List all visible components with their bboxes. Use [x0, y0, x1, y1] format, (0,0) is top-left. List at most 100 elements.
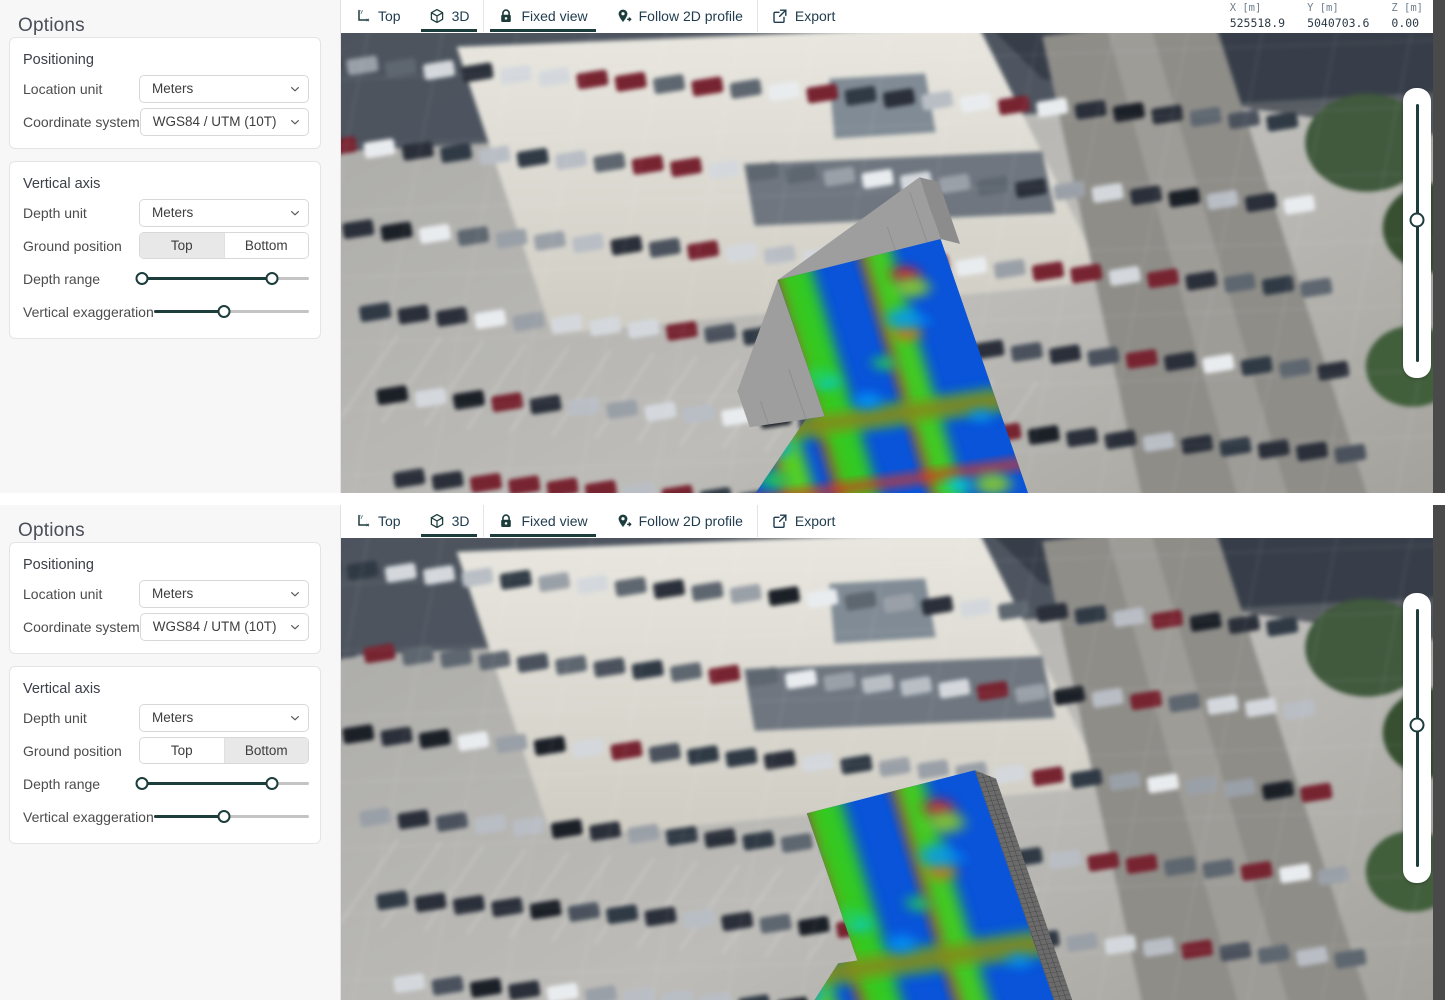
chevron-down-icon: [290, 589, 300, 599]
card-pad: [10, 328, 320, 338]
row-vertical-exaggeration: Vertical exaggeration: [10, 800, 320, 833]
dropdown-coordinate-system[interactable]: WGS84 / UTM (10T): [139, 107, 309, 136]
vertical-slider-knob[interactable]: [1409, 212, 1425, 228]
vertical-slider-knob[interactable]: [1409, 717, 1425, 733]
svg-text:y: y: [360, 9, 363, 15]
coordinate-value: 0.00: [1391, 15, 1420, 30]
toolbar-group: Export: [758, 0, 849, 32]
slider-knob-min[interactable]: [135, 777, 149, 790]
viewer-toolbar: y x Top 3D Fixed view Follow 2D profile Export…: [341, 0, 1445, 33]
label-ground-position: Ground position: [23, 742, 122, 759]
toolbar-button-top[interactable]: y x Top: [341, 0, 415, 32]
coordinate-readout: X [m] 525518.9 Y [m] 5040703.6 Z [m] 0.00: [1230, 0, 1445, 32]
toolbar-button-label: 3D: [451, 513, 470, 529]
toolbar-button-label: Fixed view: [521, 513, 588, 529]
slider-knob[interactable]: [217, 305, 231, 318]
external-link-icon: [772, 513, 788, 529]
chevron-down-icon: [290, 713, 300, 723]
label-vertical-exaggeration: Vertical exaggeration: [23, 808, 154, 825]
dropdown-value: Meters: [152, 205, 194, 220]
segment-bottom[interactable]: Bottom: [223, 738, 308, 763]
zoom-vertical-slider[interactable]: [1403, 88, 1431, 378]
label-depth-unit: Depth unit: [23, 204, 87, 221]
dropdown-location-unit[interactable]: Meters: [139, 74, 309, 103]
toolbar-button-follow-2d-profile[interactable]: Follow 2D profile: [602, 505, 757, 537]
external-link-icon: [772, 8, 788, 24]
dropdown-location-unit[interactable]: Meters: [139, 579, 309, 608]
coordinate-key: X [m]: [1229, 2, 1262, 14]
segment-bottom[interactable]: Bottom: [223, 233, 308, 258]
toolbar-group: Export: [758, 505, 849, 537]
scrollbar-edge[interactable]: [1433, 0, 1445, 493]
scene-canvas[interactable]: [341, 33, 1445, 493]
toolbar-button-fixed-view[interactable]: Fixed view: [484, 505, 601, 537]
range-slider-depth-range[interactable]: [135, 770, 309, 798]
options-card-vertical-axis: Vertical axis Depth unit Meters Ground posi…: [9, 666, 321, 844]
app-root: Options Positioning Location unit Meters Coo…: [0, 0, 1445, 1000]
dropdown-depth-unit[interactable]: Meters: [139, 703, 309, 732]
segment-top[interactable]: Top: [140, 738, 224, 763]
toolbar-button-fixed-view[interactable]: Fixed view: [484, 0, 601, 32]
slider-knob-max[interactable]: [265, 272, 279, 285]
slider-knob[interactable]: [217, 810, 231, 823]
options-sidebar: Options Positioning Location unit Meters Coo…: [0, 505, 341, 1000]
dropdown-depth-unit[interactable]: Meters: [139, 198, 309, 227]
toolbar-button-label: Export: [794, 8, 836, 24]
toolbar-button-label: Follow 2D profile: [638, 8, 743, 24]
toolbar-button-export[interactable]: Export: [758, 0, 849, 32]
scene-canvas[interactable]: [341, 538, 1445, 1000]
dropdown-value: WGS84 / UTM (10T): [152, 114, 277, 129]
chevron-down-icon: [290, 84, 300, 94]
slider-fill: [153, 815, 224, 818]
vertical-slider-track: [1409, 104, 1425, 362]
toolbar-group: y x Top 3D: [341, 0, 485, 32]
card-title: Vertical axis: [23, 681, 101, 697]
toolbar-button-3d[interactable]: 3D: [415, 0, 484, 32]
toolbar-group: y x Top 3D: [341, 505, 485, 537]
slider-vertical-exaggeration[interactable]: [153, 298, 309, 326]
scrollbar-edge[interactable]: [1433, 505, 1445, 1000]
row-vertical-exaggeration: Vertical exaggeration: [10, 295, 320, 328]
card-title: Positioning: [23, 52, 94, 68]
label-coordinate-system: Coordinate system: [23, 113, 140, 130]
options-card-positioning: Positioning Location unit Meters Coordinate…: [9, 37, 321, 149]
slider-knob-min[interactable]: [135, 272, 149, 285]
slider-fill: [142, 277, 272, 280]
chevron-down-icon: [290, 208, 300, 218]
lock-icon: [498, 513, 514, 529]
toolbar-button-3d[interactable]: 3D: [415, 505, 484, 537]
coordinate-x: X [m] 525518.9: [1230, 2, 1285, 31]
viewer-3d: y x Top 3D Fixed view Follow 2D profile Export…: [341, 0, 1445, 493]
toolbar-button-label: Follow 2D profile: [638, 513, 743, 529]
row-coordinate-system: Coordinate system WGS84 / UTM (10T): [10, 105, 320, 138]
segment-top[interactable]: Top: [140, 233, 224, 258]
card-pad: [10, 643, 320, 653]
toolbar-button-top[interactable]: y x Top: [341, 505, 415, 537]
coordinate-z: Z [m] 0.00: [1391, 2, 1423, 31]
viewer-panel: Options Positioning Location unit Meters Coo…: [0, 0, 1445, 493]
chevron-down-icon: [290, 622, 300, 632]
cube-icon: [429, 8, 445, 24]
range-slider-depth-range[interactable]: [135, 265, 309, 293]
label-location-unit: Location unit: [23, 585, 103, 602]
dropdown-value: Meters: [152, 81, 194, 96]
toolbar-button-follow-2d-profile[interactable]: Follow 2D profile: [602, 0, 757, 32]
zoom-vertical-slider[interactable]: [1403, 593, 1431, 883]
toolbar-button-export[interactable]: Export: [758, 505, 849, 537]
card-title: Vertical axis: [23, 176, 101, 192]
dropdown-coordinate-system[interactable]: WGS84 / UTM (10T): [139, 612, 309, 641]
coordinate-key: Y [m]: [1307, 2, 1339, 14]
slider-knob-max[interactable]: [265, 777, 279, 790]
row-ground-position: Ground position Top Bottom: [10, 229, 320, 262]
lock-icon: [498, 8, 514, 24]
card-pad: [10, 833, 320, 843]
row-ground-position: Ground position Top Bottom: [10, 734, 320, 767]
dropdown-value: WGS84 / UTM (10T): [152, 619, 277, 634]
toolbar-button-label: Fixed view: [521, 8, 588, 24]
coordinate-y: Y [m] 5040703.6: [1307, 2, 1369, 31]
label-depth-range: Depth range: [23, 270, 101, 287]
coordinate-value: 5040703.6: [1307, 15, 1370, 30]
viewer-3d: y x Top 3D Fixed view Follow 2D profile Export: [341, 505, 1445, 1000]
card-title: Positioning: [23, 557, 94, 573]
slider-vertical-exaggeration[interactable]: [153, 803, 309, 831]
